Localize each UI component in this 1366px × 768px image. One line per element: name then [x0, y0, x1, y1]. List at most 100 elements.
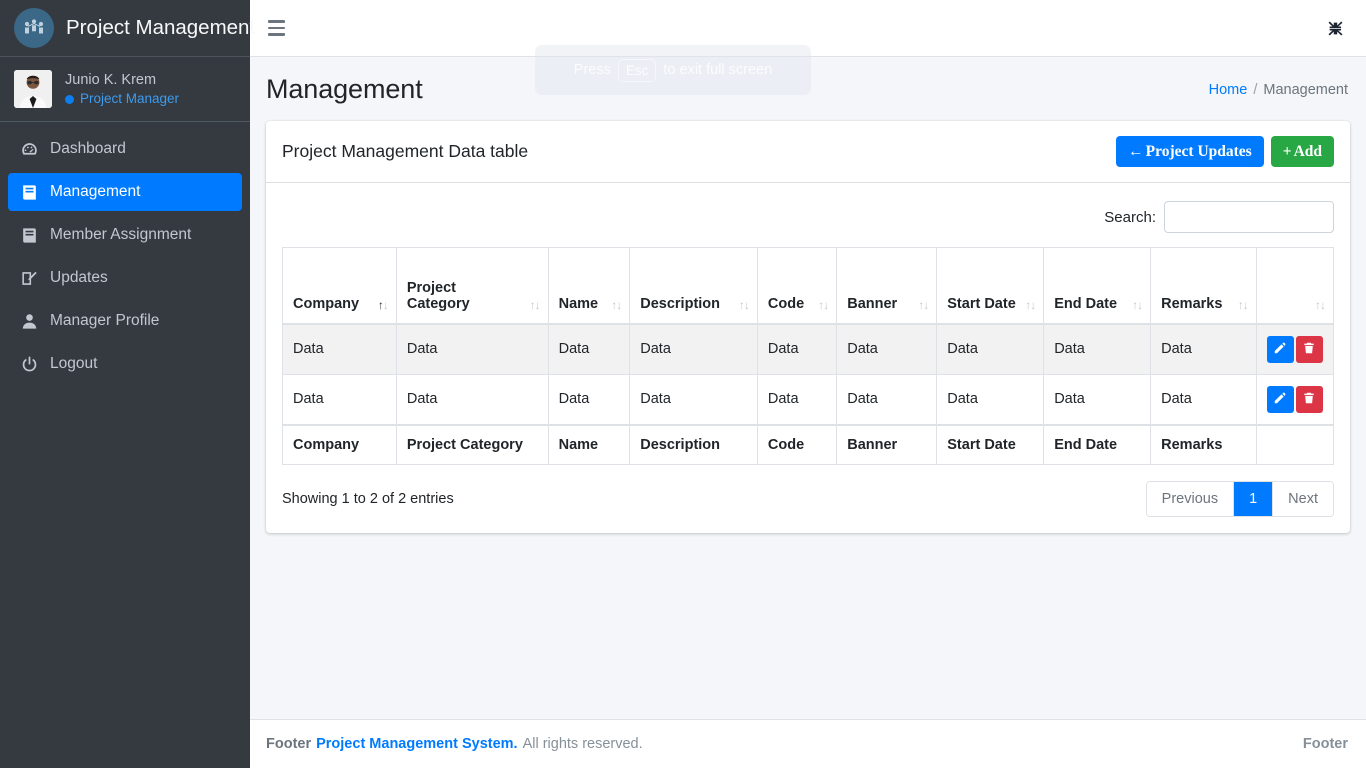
project-management-table: Company ↑↓ Project Category ↑↓ Name ↑↓ D…: [282, 247, 1335, 465]
sidebar-item-label: Manager Profile: [50, 312, 160, 329]
top-navbar: [250, 0, 1366, 57]
sidebar-item-management[interactable]: Management: [8, 173, 242, 211]
footer-col-remarks: Remarks: [1150, 423, 1257, 465]
table-row[interactable]: Data Data Data Data Data Data Data Data …: [282, 373, 1335, 425]
entries-info: Showing 1 to 2 of 2 entries: [282, 490, 454, 507]
col-header-project-category[interactable]: Project Category ↑↓: [395, 247, 549, 325]
col-header-start-date[interactable]: Start Date ↑↓: [936, 247, 1045, 325]
user-panel[interactable]: Junio K. Krem Project Manager: [0, 57, 250, 122]
main-content: Press Esc to exit full screen Management…: [250, 0, 1366, 768]
add-button[interactable]: + Add: [1270, 135, 1334, 168]
search-label: Search:: [1104, 201, 1334, 233]
pencil-edit-icon: [1273, 391, 1287, 408]
search-label-text: Search:: [1104, 208, 1156, 226]
col-header-banner[interactable]: Banner ↑↓: [836, 247, 938, 325]
footer-brand[interactable]: Project Management System.: [316, 736, 517, 752]
cell-company: Data: [282, 323, 397, 375]
cell-remarks: Data: [1150, 373, 1257, 425]
delete-row-button[interactable]: [1295, 335, 1323, 363]
cell-end-date: Data: [1043, 323, 1152, 375]
footer-prefix: Footer: [266, 736, 312, 752]
page-title: Management: [266, 74, 423, 104]
sidebar: Project Management Junio K. Krem Project…: [0, 0, 255, 768]
plus-icon: +: [1282, 142, 1292, 160]
delete-row-button[interactable]: [1295, 385, 1323, 413]
col-label: Code: [767, 295, 805, 312]
book-icon: [20, 183, 46, 202]
card-title: Project Management Data table: [282, 141, 529, 161]
card-actions: ← Project Updates + Add: [1116, 135, 1334, 168]
sidebar-item-updates[interactable]: Updates: [8, 259, 242, 297]
search-input[interactable]: [1164, 201, 1334, 233]
cell-code: Data: [756, 373, 838, 425]
pagination-next[interactable]: Next: [1273, 481, 1333, 517]
sidebar-item-label: Management: [50, 183, 141, 200]
footer-right-label: Footer: [1302, 736, 1348, 752]
sort-arrows-icon: ↑↓: [918, 297, 929, 312]
edit-row-button[interactable]: [1266, 335, 1294, 363]
table-row[interactable]: Data Data Data Data Data Data Data Data …: [282, 323, 1335, 375]
sort-arrows-icon: ↑↓: [611, 297, 622, 312]
cell-project-category: Data: [395, 373, 549, 425]
compress-exit-fullscreen-icon[interactable]: [1322, 15, 1348, 41]
sidebar-nav: Dashboard Management Member Assignment U…: [0, 122, 250, 383]
sort-arrows-icon: ↑↓: [1315, 297, 1326, 312]
cell-project-category: Data: [395, 323, 549, 375]
pagination-page-1[interactable]: 1: [1234, 481, 1274, 517]
sidebar-item-logout[interactable]: Logout: [8, 345, 242, 383]
cell-end-date: Data: [1043, 373, 1152, 425]
cell-name: Data: [547, 323, 631, 375]
card-body: Search: Company ↑↓ Project Category ↑↓ N…: [266, 183, 1350, 533]
book-reader-icon: [20, 226, 46, 245]
sidebar-item-member-assignment[interactable]: Member Assignment: [8, 216, 242, 254]
project-updates-label: Project Updates: [1145, 142, 1252, 160]
cell-start-date: Data: [936, 373, 1045, 425]
breadcrumb: Home / Management: [1209, 82, 1348, 98]
card-header: Project Management Data table ← Project …: [266, 121, 1350, 183]
pagination-previous[interactable]: Previous: [1146, 481, 1235, 517]
cell-company: Data: [282, 373, 397, 425]
cell-description: Data: [629, 373, 758, 425]
hamburger-menu-icon[interactable]: [266, 16, 287, 40]
edit-row-button[interactable]: [1266, 385, 1294, 413]
col-header-name[interactable]: Name ↑↓: [547, 247, 631, 325]
power-off-icon: [20, 355, 46, 374]
sidebar-item-manager-profile[interactable]: Manager Profile: [8, 302, 242, 340]
cell-code: Data: [756, 323, 838, 375]
sidebar-item-dashboard[interactable]: Dashboard: [8, 130, 242, 168]
footer-col-company: Company: [282, 423, 397, 465]
footer-col-code: Code: [756, 423, 838, 465]
cell-actions: [1255, 373, 1335, 425]
col-header-company[interactable]: Company ↑↓: [282, 247, 397, 325]
col-header-actions[interactable]: ↑↓: [1255, 247, 1335, 325]
sort-arrows-icon: ↑↓: [738, 297, 750, 312]
add-label: Add: [1293, 142, 1322, 160]
arrow-left-icon: ←: [1128, 142, 1144, 160]
col-header-description[interactable]: Description ↑↓: [629, 247, 758, 325]
footer-col-start-date: Start Date: [936, 423, 1045, 465]
site-footer: Footer Project Management System. All ri…: [250, 719, 1366, 768]
avatar: [14, 70, 52, 108]
project-updates-button[interactable]: ← Project Updates: [1116, 135, 1264, 168]
cell-start-date: Data: [936, 323, 1045, 375]
table-head: Company ↑↓ Project Category ↑↓ Name ↑↓ D…: [282, 247, 1335, 325]
col-header-code[interactable]: Code ↑↓: [756, 247, 838, 325]
pencil-edit-icon: [1273, 341, 1287, 358]
table-header-row: Company ↑↓ Project Category ↑↓ Name ↑↓ D…: [282, 247, 1335, 325]
sort-arrows-icon: ↑↓: [1025, 297, 1036, 312]
breadcrumb-home[interactable]: Home: [1209, 82, 1248, 98]
edit-square-icon: [20, 269, 46, 288]
table-footer-row: Company Project Category Name Descriptio…: [282, 423, 1335, 465]
footer-col-actions: [1255, 423, 1335, 465]
trash-delete-icon: [1302, 391, 1316, 408]
col-label: End Date: [1054, 295, 1118, 312]
network-people-icon: [14, 8, 54, 48]
footer-col-project-category: Project Category: [395, 423, 549, 465]
footer-col-banner: Banner: [836, 423, 938, 465]
sidebar-item-label: Dashboard: [50, 140, 126, 157]
col-header-end-date[interactable]: End Date ↑↓: [1043, 247, 1152, 325]
col-label: Company: [293, 295, 360, 312]
brand-link[interactable]: Project Management: [0, 0, 255, 57]
brand-title: Project Management: [66, 16, 256, 39]
col-header-remarks[interactable]: Remarks ↑↓: [1150, 247, 1257, 325]
